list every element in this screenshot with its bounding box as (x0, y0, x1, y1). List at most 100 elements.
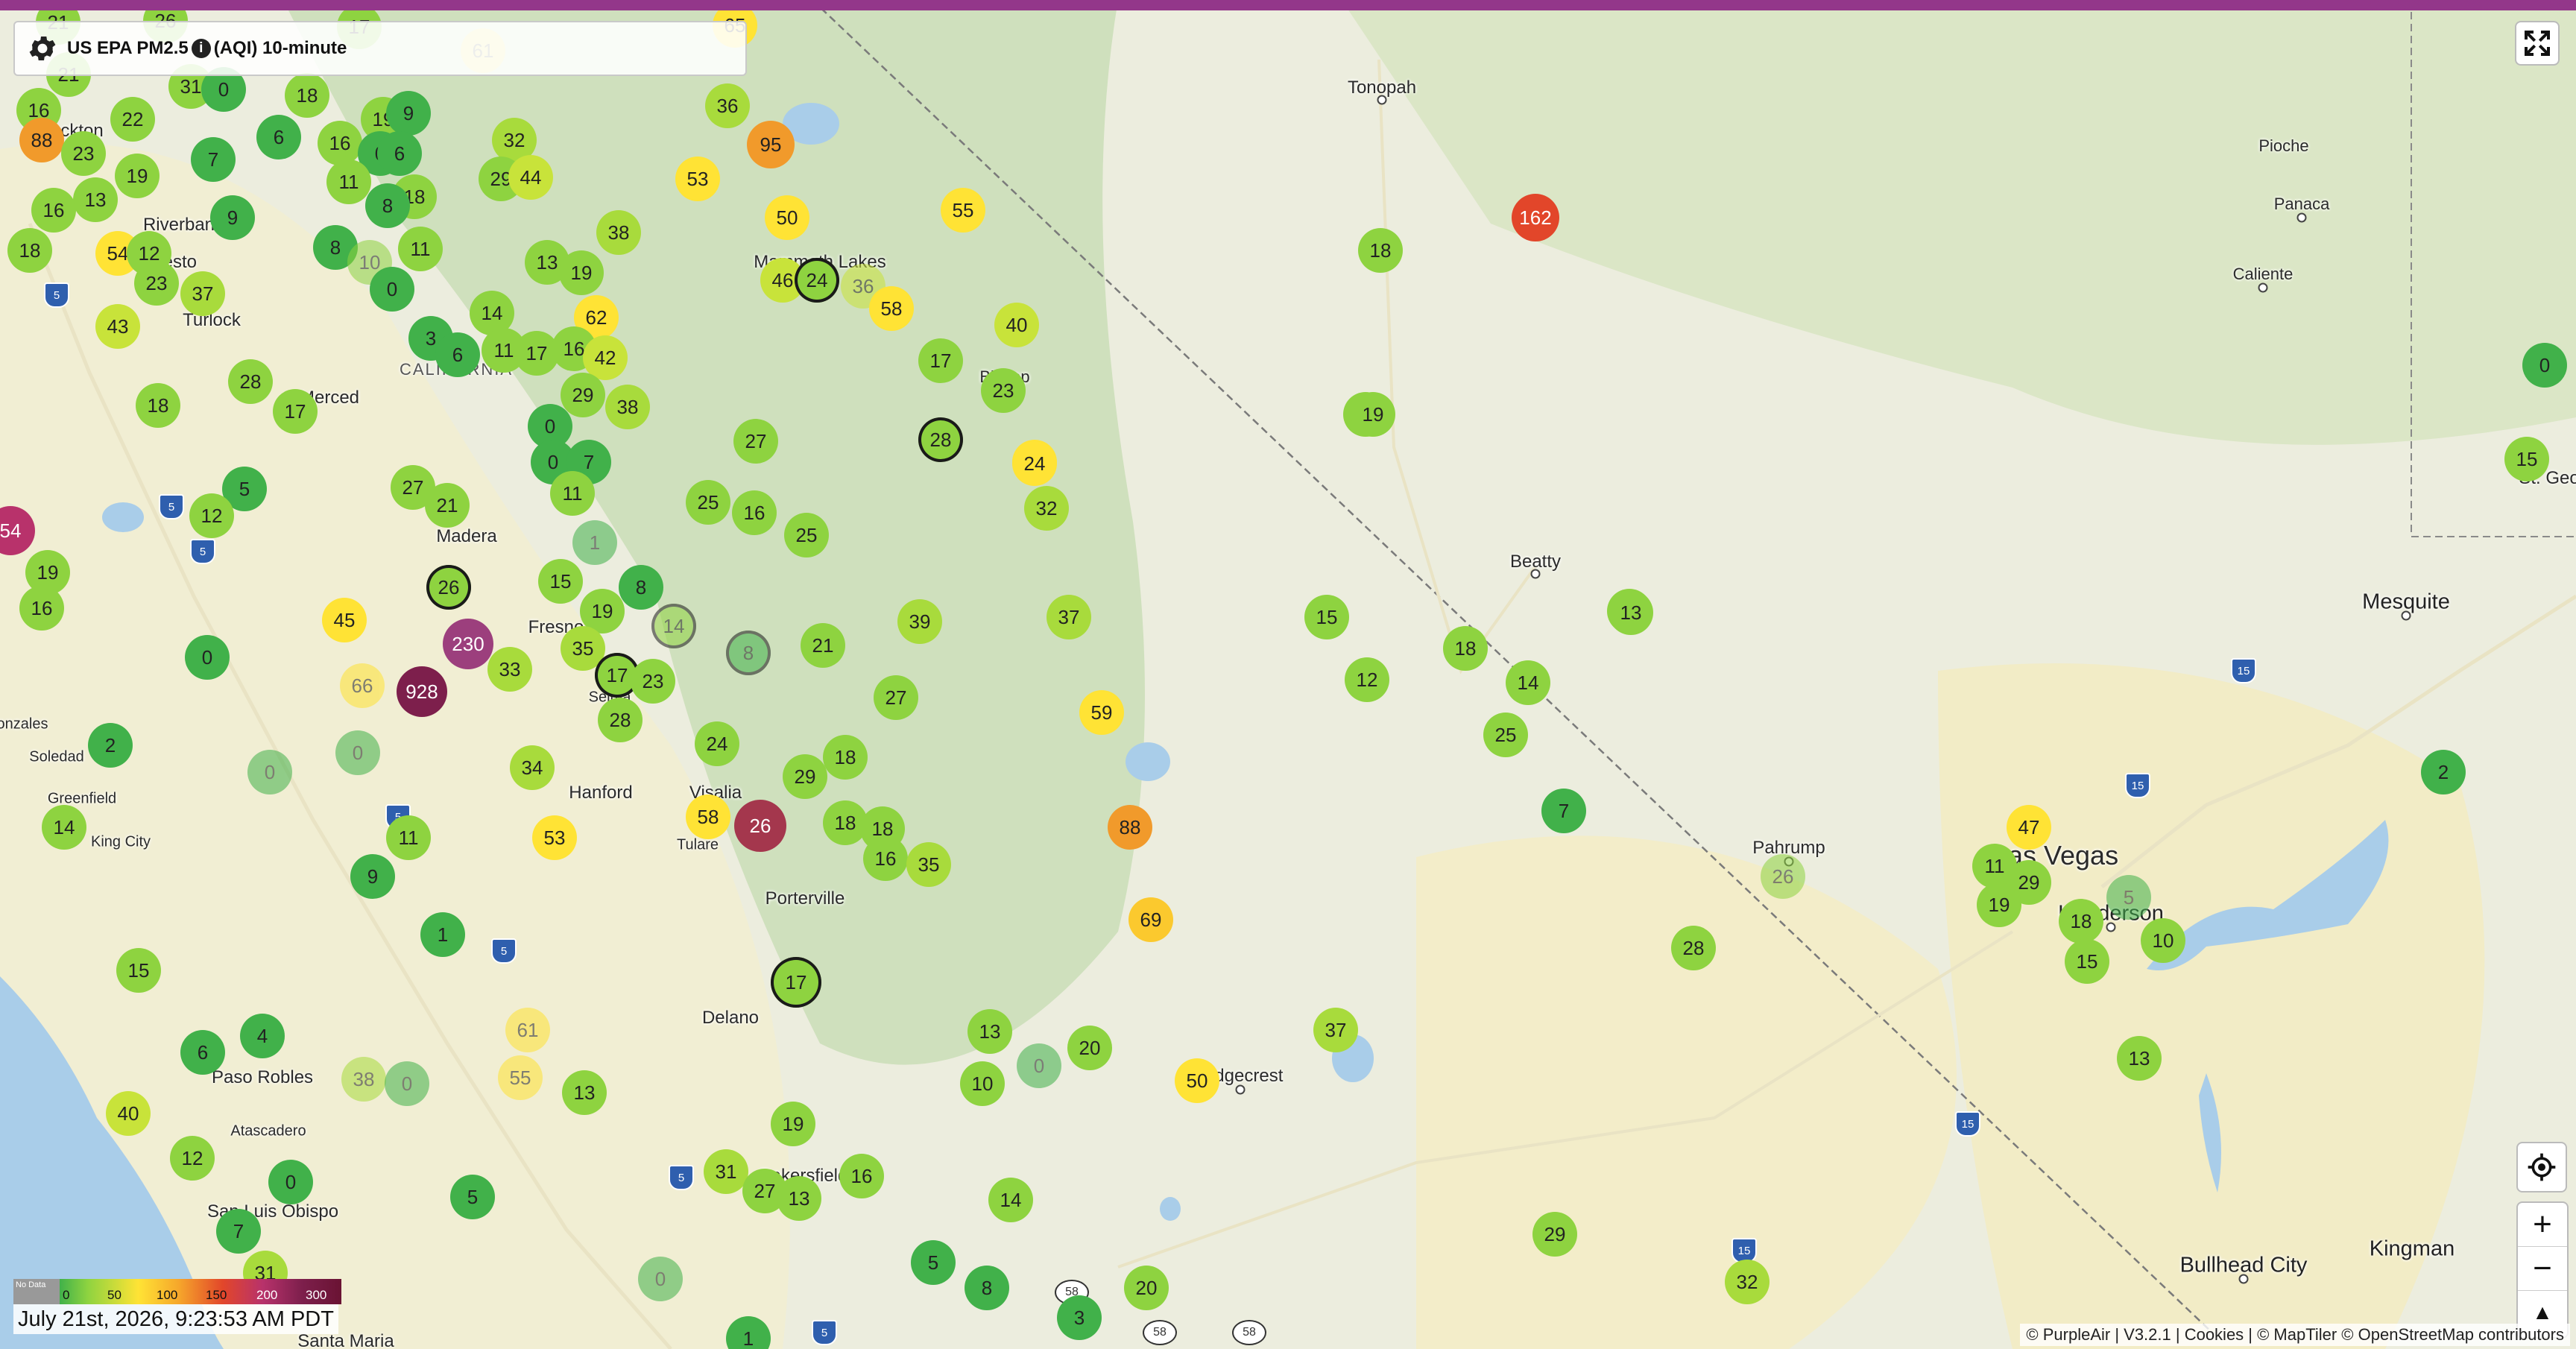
sensor-settings-panel[interactable]: US EPA PM2.5 i (AQI) 10-minute (13, 21, 747, 76)
sensor-marker[interactable]: 14 (988, 1178, 1033, 1222)
sensor-marker[interactable]: 0 (385, 1061, 429, 1106)
sensor-marker[interactable]: 28 (1671, 926, 1716, 970)
sensor-marker[interactable]: 15 (2504, 437, 2549, 481)
sensor-marker[interactable]: 928 (397, 666, 447, 717)
sensor-marker[interactable]: 7 (216, 1209, 261, 1254)
sensor-marker[interactable]: 69 (1128, 897, 1173, 942)
sensor-marker[interactable]: 20 (1124, 1266, 1169, 1310)
sensor-marker[interactable]: 26 (426, 565, 471, 610)
sensor-marker[interactable]: 7 (191, 137, 236, 182)
sensor-marker[interactable]: 23 (981, 368, 1026, 413)
sensor-marker[interactable]: 6 (256, 115, 301, 159)
sensor-marker[interactable]: 5 (450, 1175, 495, 1219)
sensor-marker[interactable]: 26 (1761, 854, 1805, 899)
sensor-marker[interactable]: 37 (1313, 1008, 1358, 1052)
sensor-marker[interactable]: 0 (638, 1257, 683, 1301)
sensor-marker[interactable]: 23 (134, 261, 179, 306)
sensor-marker[interactable]: 0 (247, 750, 292, 794)
sensor-marker[interactable]: 18 (1443, 626, 1488, 671)
sensor-marker[interactable]: 19 (771, 1102, 815, 1146)
sensor-marker[interactable]: 14 (651, 604, 696, 648)
sensor-marker[interactable]: 13 (1609, 590, 1653, 635)
sensor-marker[interactable]: 24 (1012, 441, 1057, 486)
sensor-marker[interactable]: 61 (505, 1008, 550, 1052)
sensor-marker[interactable]: 45 (322, 598, 367, 642)
sensor-marker[interactable]: 19 (115, 154, 160, 198)
sensor-marker[interactable]: 21 (425, 483, 470, 528)
sensor-marker[interactable]: 17 (771, 957, 821, 1008)
sensor-marker[interactable]: 1 (572, 520, 617, 565)
sensor-marker[interactable]: 0 (335, 730, 380, 775)
sensor-marker[interactable]: 29 (561, 373, 605, 417)
sensor-marker[interactable]: 50 (765, 195, 809, 240)
sensor-marker[interactable]: 22 (110, 97, 155, 142)
sensor-marker[interactable]: 32 (1024, 486, 1069, 531)
sensor-marker[interactable]: 88 (1108, 805, 1152, 850)
sensor-marker[interactable]: 19 (1977, 882, 2021, 927)
sensor-marker[interactable]: 13 (73, 177, 118, 222)
zoom-in-button[interactable]: + (2518, 1203, 2567, 1247)
sensor-marker[interactable]: 28 (598, 698, 643, 742)
sensor-marker[interactable]: 13 (967, 1009, 1012, 1054)
sensor-marker[interactable]: 11 (398, 227, 443, 271)
sensor-marker[interactable]: 9 (350, 854, 395, 899)
sensor-marker[interactable]: 33 (487, 647, 532, 692)
sensor-marker[interactable]: 28 (228, 359, 273, 404)
sensor-marker[interactable]: 13 (2117, 1036, 2162, 1081)
sensor-marker[interactable]: 16 (31, 188, 76, 233)
sensor-marker[interactable]: 9 (210, 195, 255, 240)
sensor-marker[interactable]: 13 (562, 1070, 607, 1115)
sensor-marker[interactable]: 18 (2059, 899, 2103, 944)
sensor-marker[interactable]: 19 (559, 250, 604, 295)
sensor-marker[interactable]: 9 (386, 91, 431, 136)
sensor-marker[interactable]: 17 (918, 338, 963, 383)
info-icon[interactable]: i (191, 39, 211, 58)
gear-icon[interactable] (22, 28, 63, 69)
sensor-type-label[interactable]: US EPA PM2.5 (67, 38, 189, 59)
sensor-marker[interactable]: 55 (941, 188, 985, 233)
sensor-marker[interactable]: 38 (596, 210, 641, 255)
sensor-marker[interactable]: 40 (994, 303, 1039, 347)
sensor-marker[interactable]: 18 (136, 383, 180, 428)
sensor-marker[interactable]: 10 (960, 1061, 1005, 1106)
sensor-marker[interactable]: 14 (1506, 660, 1550, 705)
sensor-marker[interactable]: 38 (605, 385, 650, 429)
sensor-marker[interactable]: 21 (801, 623, 845, 668)
sensor-marker[interactable]: 29 (783, 754, 827, 799)
sensor-marker[interactable]: 2 (2421, 750, 2466, 794)
sensor-marker[interactable]: 23 (61, 131, 106, 176)
sensor-marker[interactable]: 24 (795, 258, 839, 303)
sensor-marker[interactable]: 6 (435, 332, 480, 377)
sensor-marker[interactable]: 8 (619, 565, 663, 610)
sensor-marker[interactable]: 12 (1345, 657, 1389, 702)
sensor-marker[interactable]: 20 (1067, 1026, 1112, 1070)
sensor-marker[interactable]: 0 (2522, 343, 2567, 388)
fullscreen-icon[interactable] (2515, 21, 2560, 66)
sensor-marker[interactable]: 34 (510, 745, 555, 790)
zoom-out-button[interactable]: − (2518, 1247, 2567, 1291)
sensor-marker[interactable]: 13 (777, 1176, 821, 1221)
sensor-marker[interactable]: 37 (180, 271, 225, 316)
sensor-marker[interactable]: 12 (170, 1136, 215, 1181)
sensor-marker[interactable]: 15 (2065, 939, 2109, 984)
sensor-marker[interactable]: 25 (1483, 713, 1528, 757)
sensor-marker[interactable]: 55 (498, 1055, 543, 1100)
sensor-marker[interactable]: 14 (42, 805, 86, 850)
sensor-marker[interactable]: 18 (7, 228, 52, 273)
sensor-marker[interactable]: 15 (1304, 595, 1349, 639)
sensor-marker[interactable]: 53 (675, 157, 720, 201)
map-canvas[interactable]: 5 5 5 5 5 5 5 15 15 15 15 58 58 58 Stock… (0, 0, 2576, 1349)
sensor-marker[interactable]: 23 (631, 659, 675, 704)
sensor-marker[interactable]: 16 (318, 121, 362, 165)
sensor-marker[interactable]: 8 (965, 1266, 1009, 1310)
sensor-marker[interactable]: 31 (704, 1149, 748, 1194)
sensor-marker[interactable]: 43 (95, 304, 140, 349)
sensor-marker[interactable]: 12 (189, 493, 234, 538)
sensor-marker[interactable]: 5 (2106, 875, 2151, 920)
sensor-marker[interactable]: 10 (2141, 918, 2185, 963)
sensor-marker[interactable]: 29 (1532, 1212, 1577, 1257)
sensor-marker[interactable]: 26 (734, 800, 786, 852)
sensor-marker[interactable]: 88 (19, 118, 64, 162)
sensor-marker[interactable]: 53 (532, 815, 577, 860)
sensor-marker[interactable]: 32 (1725, 1260, 1770, 1304)
